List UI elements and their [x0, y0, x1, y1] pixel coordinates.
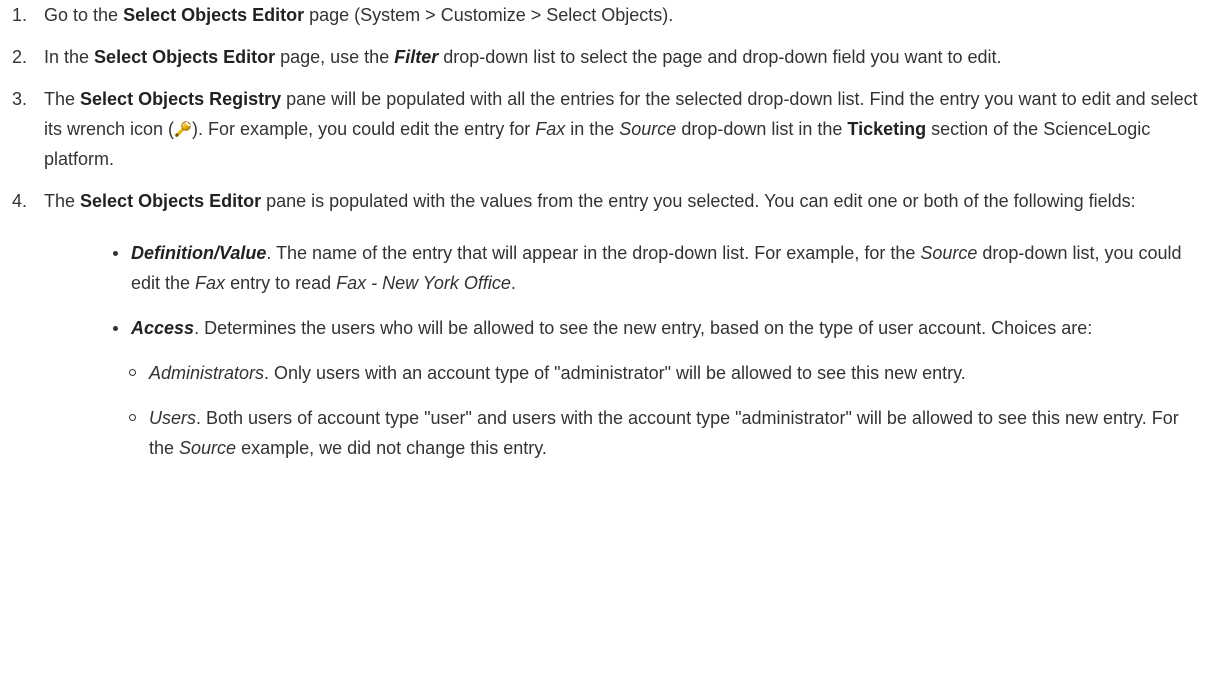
step-3: 3. The Select Objects Registry pane will…: [0, 84, 1202, 174]
step-2: 2. In the Select Objects Editor page, us…: [0, 42, 1202, 72]
step-text: pane is populated with the values from t…: [261, 191, 1136, 211]
ui-label: Select Objects Editor: [80, 191, 262, 211]
wrench-icon: [174, 121, 191, 138]
step-text: The: [44, 89, 81, 109]
step-text: Go to the: [44, 5, 124, 25]
step-text: In the: [44, 47, 95, 67]
field-text: entry to read: [225, 273, 337, 293]
choices-list: Administrators. Only users with an accou…: [129, 358, 1202, 463]
emphasis: Source: [920, 243, 978, 263]
field-item-access: Access. Determines the users who will be…: [44, 313, 1202, 463]
step-text: ). For example, you could edit the entry…: [192, 119, 536, 139]
field-text: . Determines the users who will be allow…: [194, 318, 1093, 338]
document-page: 1. Go to the Select Objects Editor page …: [0, 0, 1228, 688]
bullet-icon: [113, 326, 118, 331]
emphasis: Fax - New York Office: [336, 273, 511, 293]
step-4: 4. The Select Objects Editor pane is pop…: [0, 186, 1202, 463]
field-name: Access: [131, 318, 195, 338]
emphasis: Source: [179, 438, 237, 458]
step-text: drop-down list in the: [676, 119, 848, 139]
emphasis: Fax: [195, 273, 226, 293]
steps-list: 1. Go to the Select Objects Editor page …: [0, 0, 1202, 463]
field-name: Filter: [394, 47, 439, 67]
ui-label: Ticketing: [847, 119, 927, 139]
step-number: 1.: [12, 5, 28, 25]
step-number: 2.: [12, 47, 28, 67]
step-1: 1. Go to the Select Objects Editor page …: [0, 0, 1202, 30]
ui-label: Select Objects Editor: [94, 47, 276, 67]
circle-bullet-icon: [129, 369, 136, 376]
step-text: page, use the: [275, 47, 395, 67]
bullet-icon: [113, 251, 118, 256]
choice-users: Users. Both users of account type "user"…: [119, 403, 1202, 463]
field-text: .: [510, 273, 516, 293]
choice-administrators: Administrators. Only users with an accou…: [119, 358, 1202, 388]
choice-text: . Only users with an account type of "ad…: [264, 363, 966, 383]
ui-label: Select Objects Registry: [80, 89, 282, 109]
step-text: in the: [565, 119, 620, 139]
step-text: drop-down list to select the page and dr…: [438, 47, 1002, 67]
step-number: 4.: [12, 191, 28, 211]
field-item-definition-value: Definition/Value. The name of the entry …: [44, 238, 1202, 298]
step-number: 3.: [12, 89, 28, 109]
choice-term: Administrators: [149, 363, 265, 383]
step-text: The: [44, 191, 81, 211]
choice-text: example, we did not change this entry.: [236, 438, 547, 458]
ui-label: Select Objects Editor: [123, 5, 305, 25]
field-list: Definition/Value. The name of the entry …: [44, 238, 1202, 463]
choice-term: Users: [149, 408, 197, 428]
field-text: . The name of the entry that will appear…: [266, 243, 921, 263]
field-name: Definition/Value: [131, 243, 267, 263]
circle-bullet-icon: [129, 414, 136, 421]
step-text: page (System > Customize > Select Object…: [304, 5, 674, 25]
emphasis: Fax: [535, 119, 566, 139]
emphasis: Source: [619, 119, 677, 139]
